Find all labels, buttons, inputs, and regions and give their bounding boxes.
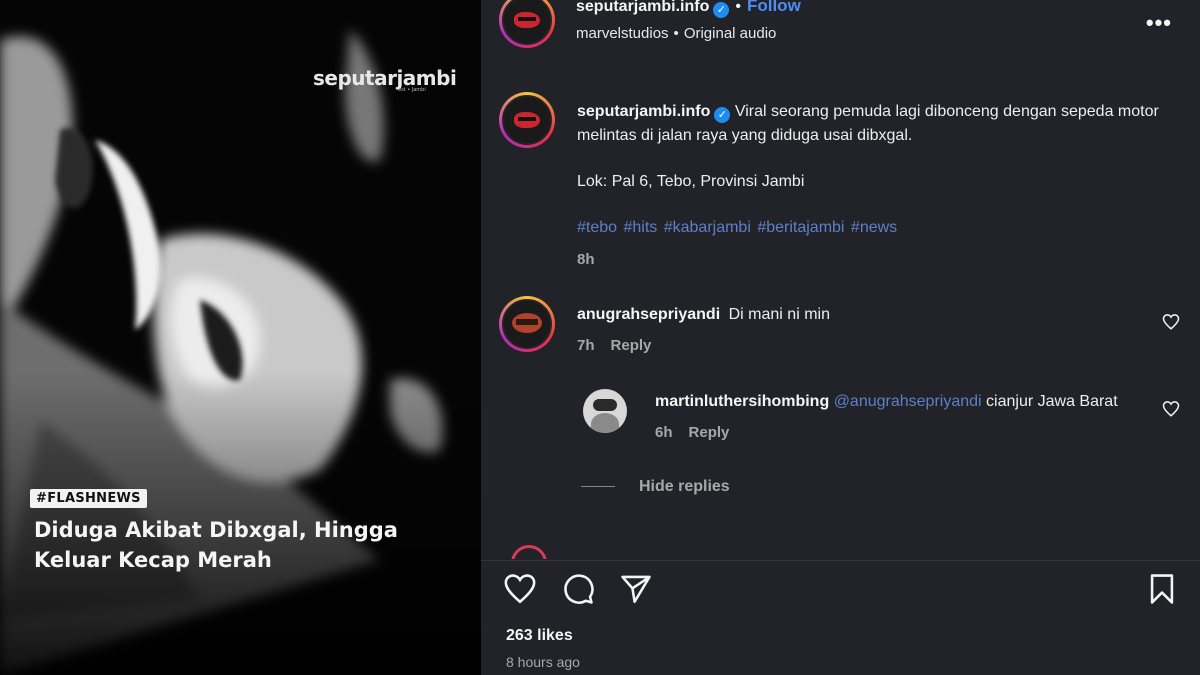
replier-avatar[interactable] <box>583 389 627 433</box>
comment-reply-button[interactable]: Reply <box>611 337 652 354</box>
reply-reply-button[interactable]: Reply <box>689 424 730 441</box>
header-separator: • <box>735 0 741 15</box>
comment-like-heart-icon[interactable] <box>1162 313 1180 331</box>
bookmark-icon[interactable] <box>1145 572 1179 606</box>
post-caption: seputarjambi.info ✓ Viral seorang pemuda … <box>577 100 1167 272</box>
author-avatar[interactable] <box>499 0 555 48</box>
reply-text: cianjur Jawa Barat <box>986 393 1118 410</box>
share-icon[interactable] <box>619 572 653 606</box>
commenter-username[interactable]: anugrahsepriyandi <box>577 306 720 323</box>
flashnews-tag: #FLASHNEWS <box>30 489 147 508</box>
actions-divider <box>481 560 1200 561</box>
reply-like-heart-icon[interactable] <box>1162 400 1180 418</box>
caption-hashtags[interactable]: #tebo #hits #kabarjambi #beritajambi #ne… <box>577 216 1167 240</box>
post-header: seputarjambi.info ✓ • Follow <box>576 0 801 18</box>
hide-replies-label: Hide replies <box>639 478 730 495</box>
likes-count[interactable]: 263 likes <box>506 627 573 645</box>
follow-button[interactable]: Follow <box>747 0 801 15</box>
audio-line: marvelstudios • Original audio <box>576 25 776 42</box>
post-media[interactable]: seputarjambi est • Jambi #FLASHNEWS Didu… <box>0 0 481 675</box>
media-headline: Diduga Akibat Dibxgal, Hingga Keluar Kec… <box>34 518 398 572</box>
caption-verified-icon: ✓ <box>714 107 731 123</box>
post-details-panel: seputarjambi.info ✓ • Follow marvelstudios •… <box>481 0 1200 675</box>
caption-avatar[interactable] <box>499 92 555 148</box>
comment-item: anugrahsepriyandi Di mani ni min 7h Reply <box>577 303 1137 354</box>
reply-time: 6h <box>655 424 673 441</box>
caption-time: 8h <box>577 251 595 268</box>
replier-username[interactable]: martinluthersihombing <box>655 393 829 410</box>
caption-body: seputarjambi.info ✓ Viral seorang pemuda … <box>577 100 1167 148</box>
original-audio-link[interactable]: Original audio <box>684 25 777 42</box>
watermark-logo: seputarjambi <box>313 66 457 90</box>
caption-username[interactable]: seputarjambi.info <box>577 103 710 120</box>
audio-separator: • <box>673 25 679 42</box>
more-options-icon[interactable]: ••• <box>1146 10 1172 36</box>
next-comment-avatar <box>511 545 547 559</box>
comment-text: Di mani ni min <box>728 306 830 323</box>
comment-time: 7h <box>577 337 595 354</box>
post-timestamp: 8 hours ago <box>506 654 580 670</box>
audio-owner-link[interactable]: marvelstudios <box>576 25 669 42</box>
author-username[interactable]: seputarjambi.info <box>576 0 709 15</box>
caption-location: Lok: Pal 6, Tebo, Provinsi Jambi <box>577 173 805 190</box>
comment-icon[interactable] <box>561 572 595 606</box>
reply-item: martinluthersihombing @anugrahsepriyandi… <box>655 390 1155 441</box>
hide-replies-button[interactable]: Hide replies <box>581 478 730 496</box>
commenter-avatar[interactable] <box>499 296 555 352</box>
heart-icon[interactable] <box>503 572 537 606</box>
watermark-subtext: est • Jambi <box>398 87 426 93</box>
reply-mention-link[interactable]: @anugrahsepriyandi <box>834 393 982 410</box>
hide-replies-line <box>581 486 615 488</box>
verified-badge-icon: ✓ <box>713 2 730 18</box>
